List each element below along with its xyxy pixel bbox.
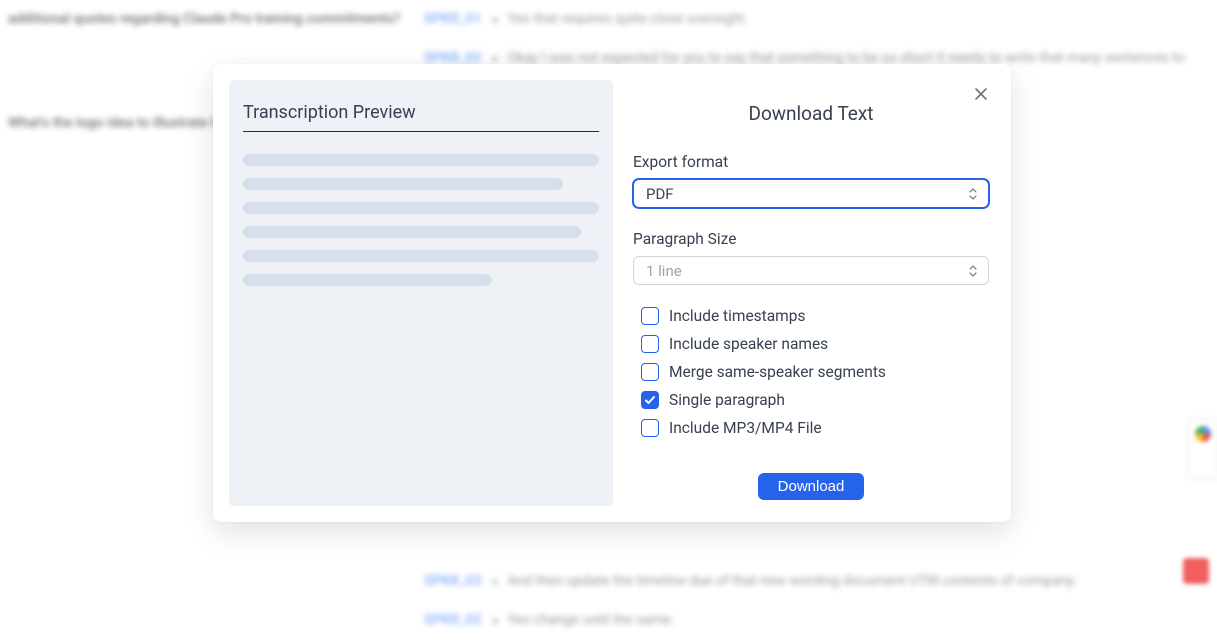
chevron-up-down-icon <box>968 265 978 277</box>
option-row[interactable]: Single paragraph <box>641 391 989 409</box>
export-format-select[interactable]: PDF <box>633 179 989 208</box>
option-row[interactable]: Include speaker names <box>641 335 989 353</box>
option-row[interactable]: Include MP3/MP4 File <box>641 419 989 437</box>
preview-skeleton-line <box>243 154 599 166</box>
transcription-preview-pane: Transcription Preview <box>229 80 613 506</box>
recaptcha-badge <box>1189 420 1217 478</box>
export-format-label: Export format <box>633 153 989 171</box>
preview-skeleton-line <box>243 226 581 238</box>
preview-skeleton-line <box>243 250 599 262</box>
checkbox[interactable] <box>641 307 659 325</box>
check-icon <box>644 394 656 406</box>
paragraph-size-value: 1 line <box>646 262 682 280</box>
modal-title: Download Text <box>633 102 989 125</box>
preview-skeleton-line <box>243 274 492 286</box>
option-label: Include speaker names <box>669 335 828 353</box>
download-button[interactable]: Download <box>758 473 865 500</box>
option-label: Include timestamps <box>669 307 805 325</box>
checkbox[interactable] <box>641 335 659 353</box>
paragraph-size-label: Paragraph Size <box>633 230 989 248</box>
paragraph-size-select[interactable]: 1 line <box>633 256 989 285</box>
close-icon <box>974 87 988 101</box>
floating-action <box>1183 558 1209 584</box>
checkbox[interactable] <box>641 419 659 437</box>
preview-skeleton-line <box>243 178 563 190</box>
checkbox[interactable] <box>641 391 659 409</box>
checkbox[interactable] <box>641 363 659 381</box>
option-row[interactable]: Merge same-speaker segments <box>641 363 989 381</box>
download-options-pane: Download Text Export format PDF Paragrap… <box>631 80 995 506</box>
option-label: Merge same-speaker segments <box>669 363 886 381</box>
export-format-value: PDF <box>646 185 674 203</box>
close-button[interactable] <box>969 82 993 106</box>
option-row[interactable]: Include timestamps <box>641 307 989 325</box>
chevron-up-down-icon <box>968 188 978 200</box>
preview-skeleton-line <box>243 202 599 214</box>
option-label: Single paragraph <box>669 391 785 409</box>
download-text-modal: Transcription Preview Download Text Expo… <box>213 64 1011 522</box>
preview-title: Transcription Preview <box>243 98 599 132</box>
option-label: Include MP3/MP4 File <box>669 419 822 437</box>
